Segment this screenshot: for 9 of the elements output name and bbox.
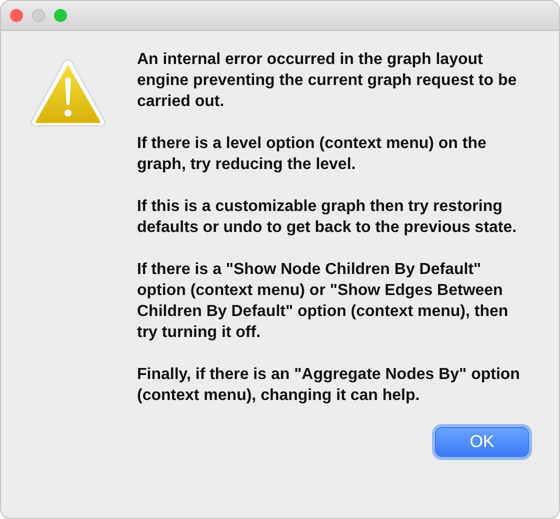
error-message: Finally, if there is an "Aggregate Nodes By" option (context menu), changing it can help. (137, 365, 521, 406)
close-button[interactable] (10, 9, 23, 22)
zoom-button[interactable] (54, 9, 67, 22)
error-message: If this is a customizable graph then try restoring defaults or undo to get back to the previous state. (137, 197, 518, 238)
ok-button[interactable]: OK (435, 427, 529, 457)
warning-icon (29, 57, 107, 129)
error-message: If there is a "Show Node Children By Default" option (context menu) or "Show Edges Between Children By Default" option (context menu), then try turning it off. (137, 260, 510, 343)
error-message: An internal error occurred in the graph layout engine preventing the current graph request to be carried out. (137, 50, 518, 112)
error-message: If there is a level option (context menu) on the graph, try reducing the level. (137, 134, 488, 175)
